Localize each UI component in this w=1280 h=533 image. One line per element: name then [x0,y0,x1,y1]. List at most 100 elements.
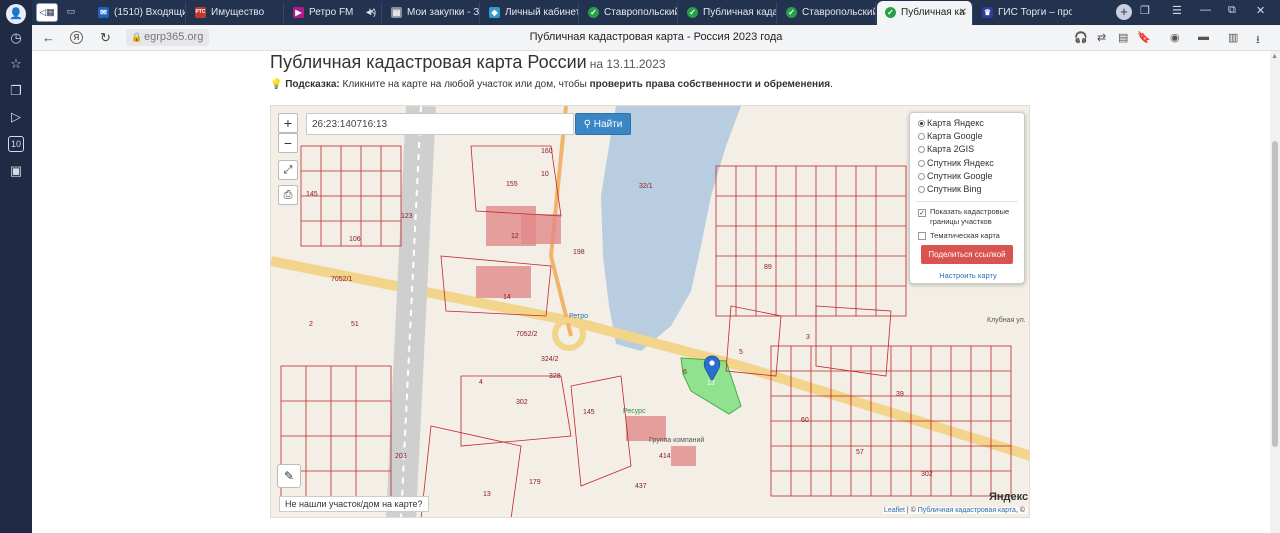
map-label: 60 [801,417,809,424]
sidebar-icon[interactable]: ▥ [1228,31,1238,44]
map-label: 2 [309,321,313,328]
check-icon: ✓ [687,7,698,18]
restore-icon[interactable]: ⧉ [1228,4,1236,17]
ruler-icon[interactable]: ✎ [277,464,301,488]
layer-2gis-map[interactable]: Карта 2GIS [918,143,974,155]
tab-stavropol-2[interactable]: ✓ Ставропольский [778,2,876,23]
map-label: 10 [541,171,549,178]
download-icon[interactable]: ⭳ [1256,31,1260,50]
tab-label: Ставропольский [604,7,678,18]
video-icon[interactable]: ▷ [8,109,24,125]
yandex-icon[interactable]: я [70,31,83,44]
tabs-overview-icon[interactable]: ❐ [1140,4,1150,17]
scrollbar[interactable]: ▲ [1270,51,1280,533]
show-boundaries-checkbox[interactable]: ✓ [918,209,926,217]
layer-label: Спутник Bing [927,184,982,194]
layer-google-map[interactable]: Карта Google [918,130,983,142]
cadastral-search-input[interactable] [306,113,574,135]
layer-bing-satellite[interactable]: Спутник Bing [918,183,981,195]
minimize-icon[interactable]: — [1200,4,1211,16]
collections-icon[interactable]: ▬ [1198,31,1209,43]
headphones-icon[interactable]: 🎧 [1074,31,1088,44]
tab-label: Личный кабинет [505,7,579,18]
show-boundaries-line2: границы участков [930,217,992,226]
map-label: 414 [659,453,671,460]
star-icon[interactable]: ☆ [8,56,24,72]
map-label: Клубная ул. [987,316,1026,324]
map-label: 437 [635,483,647,490]
layer-google-satellite[interactable]: Спутник Google [918,170,992,182]
menu-icon[interactable]: ☰ [1172,4,1182,17]
check-icon: ✓ [786,7,797,18]
pinned-tab-2[interactable]: ▭ [60,3,82,22]
map-label: 7052/1 [331,276,353,283]
tab-inbox[interactable]: ✉ (1510) Входящие [90,2,186,23]
tab-cadastral-1[interactable]: ✓ Публичная када [679,2,777,23]
clock-icon[interactable]: ◷ [8,30,24,46]
reload-icon[interactable]: ↻ [100,30,111,46]
tab-cadastral-active[interactable]: ✓ Публичная ка ✕ [877,1,973,25]
bookmark-icon[interactable]: 🔖 [1137,31,1151,44]
map-label: 39 [896,391,904,398]
radio[interactable] [918,160,925,167]
reader-icon[interactable]: ▤ [1118,31,1128,44]
tab-retro-fm[interactable]: ▶ Ретро FM ◄) ✕ [285,2,382,23]
tab-label: ГИС Торги – прод [998,7,1072,18]
tab-gis-torgi[interactable]: ♛ ГИС Торги – прод [974,2,1072,23]
tab-property[interactable]: РТС Имущество [187,2,284,23]
radio[interactable] [918,186,925,193]
map-label: 302 [516,399,528,406]
thematic-map-checkbox[interactable] [918,232,926,240]
layer-yandex-map[interactable]: Карта Яндекс [918,117,984,129]
find-button[interactable]: ⚲ Найти [575,113,631,135]
ten-icon[interactable]: 10 [8,136,24,152]
search-icon: ⚲ [583,119,591,130]
image-icon[interactable]: ▣ [8,163,24,179]
mail-icon: ✉ [98,7,109,18]
new-tab-button[interactable]: + [1116,4,1132,20]
tab-purchases[interactable]: ▤ Мои закупки - З [383,2,480,23]
url-field[interactable]: 🔒 egrp365.org [126,29,210,46]
translate-icon[interactable]: ⇄ [1097,31,1106,44]
radio[interactable] [918,133,925,140]
pinned-tab-1[interactable]: ◁▦ [36,3,58,22]
not-found-link[interactable]: Не нашли участок/дом на карте? [279,496,429,512]
radio[interactable] [918,146,925,153]
tab-label: Ставропольский [802,7,876,18]
extension-icon[interactable]: ◉ [1170,31,1180,44]
radio[interactable] [918,173,925,180]
back-icon[interactable]: ← [42,30,55,45]
fullscreen-icon[interactable]: ⤢ [278,160,298,180]
zoom-in-button[interactable]: + [278,113,298,133]
close-icon[interactable]: ✕ [368,2,376,23]
layer-yandex-satellite[interactable]: Спутник Яндекс [918,157,994,169]
zoom-out-button[interactable]: − [278,133,298,153]
heading-text: Публичная кадастровая карта России [270,52,587,72]
configure-map-link[interactable]: Настроить карту [910,271,1026,280]
play-icon: ▶ [293,7,304,18]
cadastral-map-link[interactable]: Публичная кадастровая карта [918,507,1016,514]
print-icon[interactable]: ⎙ [278,185,298,205]
close-icon[interactable]: ✕ [959,1,967,25]
tab-account[interactable]: ◆ Личный кабинет [481,2,579,23]
check-icon: ✓ [885,7,896,18]
collections-icon[interactable]: ❐ [8,83,24,99]
parcel-grid-top-right [715,165,907,317]
left-sidebar: 👤 ◷ ☆ ❐ ▷ 10 ▣ [0,0,32,533]
lake [601,106,741,351]
share-link-button[interactable]: Поделиться ссылкой [921,245,1013,264]
tab-label: Имущество [211,7,265,18]
cadastral-map[interactable]: 160 10 155 12 145 106 123 7052/1 7052/2 … [270,105,1030,518]
profile-icon[interactable]: 👤 [6,4,26,24]
tab-stavropol-1[interactable]: ✓ Ставропольский [580,2,678,23]
scrollbar-thumb[interactable] [1272,141,1278,447]
find-button-label: Найти [593,119,623,130]
page-content: ▲ Публичная кадастровая карта России на 1… [32,51,1280,533]
map-label: 123 [401,213,413,220]
scroll-up-icon[interactable]: ▲ [1271,53,1278,60]
map-label: 3 [806,334,810,341]
map-label: 57 [856,449,864,456]
leaflet-link[interactable]: Leaflet [884,507,905,514]
close-window-icon[interactable]: ✕ [1256,4,1265,17]
radio-selected[interactable] [918,120,925,127]
